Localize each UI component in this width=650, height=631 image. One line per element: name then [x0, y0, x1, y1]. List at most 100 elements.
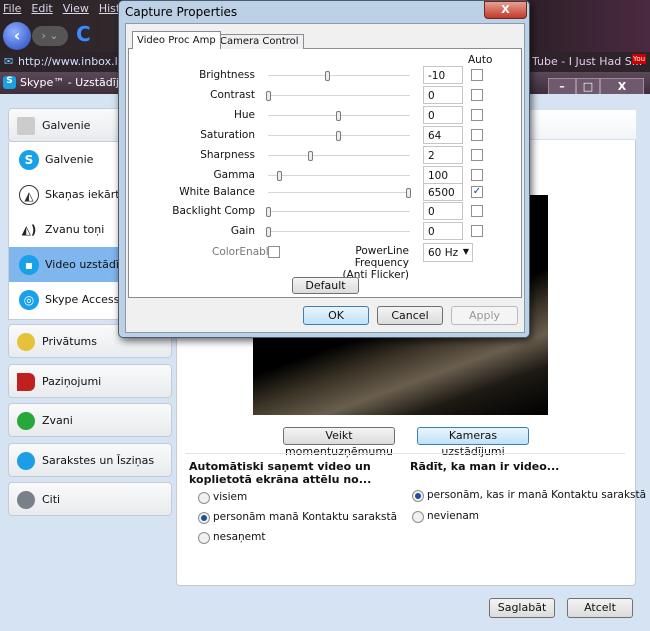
- property-value-field[interactable]: 100: [423, 166, 463, 184]
- skype-icon: S: [19, 150, 39, 170]
- tab-video-proc-amp[interactable]: Video Proc Amp: [132, 31, 221, 49]
- auto-column-header: Auto: [468, 54, 493, 66]
- auto-checkbox[interactable]: [471, 149, 483, 161]
- divider: [185, 453, 625, 454]
- gear-icon: [17, 491, 35, 509]
- property-value-field[interactable]: 6500: [423, 183, 463, 201]
- property-value-field[interactable]: 0: [423, 106, 463, 124]
- video-icon: ▪: [19, 255, 39, 275]
- dialog-cancel-button[interactable]: Cancel: [377, 306, 443, 325]
- slider-thumb[interactable]: [336, 111, 341, 121]
- slider-thumb[interactable]: [336, 131, 341, 141]
- forward-button[interactable]: › ⌄: [32, 26, 68, 46]
- key-lock-icon: [17, 333, 35, 351]
- property-slider[interactable]: [266, 227, 410, 237]
- powerline-frequency-select[interactable]: 60 Hz ▼: [423, 243, 473, 262]
- auto-checkbox[interactable]: ✓: [471, 186, 483, 198]
- property-value-field[interactable]: 2: [423, 146, 463, 164]
- auto-checkbox[interactable]: [471, 109, 483, 121]
- property-label: Gain: [230, 225, 255, 237]
- property-slider[interactable]: [268, 131, 410, 141]
- property-value-field[interactable]: 0: [423, 202, 463, 220]
- apply-button[interactable]: Apply: [451, 306, 518, 325]
- show-radio-nobody[interactable]: nevienam: [412, 510, 479, 523]
- property-value-field[interactable]: 0: [423, 222, 463, 240]
- back-button[interactable]: ‹: [3, 22, 31, 50]
- skype-icon: S: [3, 76, 16, 89]
- switch-icon: [17, 117, 35, 135]
- property-slider[interactable]: [266, 91, 410, 101]
- save-button[interactable]: Saglabāt: [489, 598, 555, 618]
- sidebar-group-label: Galvenie: [42, 119, 91, 132]
- property-slider[interactable]: [266, 207, 410, 217]
- powerline-value: 60 Hz: [428, 247, 459, 259]
- sidebar-group-label: Zvani: [42, 414, 73, 427]
- slider-thumb[interactable]: [266, 91, 271, 101]
- skype-window-title: Skype™ - Uzstādījun: [20, 76, 133, 89]
- property-slider[interactable]: [268, 171, 410, 181]
- browser-menu-bar: File Edit View Histo: [3, 2, 137, 15]
- tab-camera-control[interactable]: Camera Control: [215, 34, 304, 49]
- property-value-field[interactable]: 0: [423, 86, 463, 104]
- color-enable-checkbox[interactable]: [268, 246, 280, 258]
- chevron-down-icon: ▼: [462, 247, 469, 256]
- sidebar-item-label: Zvanu toņi: [45, 223, 105, 236]
- sidebar-group-chats[interactable]: Sarakstes un Īsziņas: [8, 443, 172, 477]
- auto-checkbox[interactable]: [471, 169, 483, 181]
- property-label: Sharpness: [200, 149, 255, 161]
- auto-checkbox[interactable]: [471, 129, 483, 141]
- property-label: Contrast: [210, 89, 255, 101]
- powerline-label-text: PowerLine Frequency: [354, 245, 409, 269]
- receive-radio-contacts[interactable]: personām manā Kontaktu sarakstā: [198, 511, 397, 524]
- property-slider[interactable]: [268, 111, 410, 121]
- property-label: White Balance: [179, 186, 255, 198]
- dialog-close-button[interactable]: X: [484, 1, 527, 19]
- property-label: Saturation: [200, 129, 255, 141]
- slider-thumb[interactable]: [324, 71, 330, 81]
- menu-view[interactable]: View: [63, 2, 89, 15]
- auto-checkbox[interactable]: [471, 225, 483, 237]
- sidebar-item-label: Skype Access: [45, 293, 120, 306]
- menu-edit[interactable]: Edit: [31, 2, 52, 15]
- sidebar-group-calls[interactable]: Zvani: [8, 403, 172, 437]
- property-label: Gamma: [213, 169, 255, 181]
- auto-checkbox[interactable]: [471, 205, 483, 217]
- property-value-field[interactable]: -10: [423, 66, 463, 84]
- property-slider[interactable]: [268, 71, 410, 81]
- slider-thumb[interactable]: [277, 171, 283, 181]
- flag-icon: [17, 373, 35, 391]
- sidebar-group-label: Privātums: [42, 335, 97, 348]
- menu-file[interactable]: File: [3, 2, 21, 15]
- slider-thumb[interactable]: [308, 151, 313, 161]
- auto-checkbox[interactable]: [471, 69, 483, 81]
- property-value-field[interactable]: 64: [423, 126, 463, 144]
- sidebar-group-notifications[interactable]: Paziņojumi: [8, 364, 172, 398]
- sidebar-item-label: Galvenie: [45, 153, 94, 166]
- receive-radio-none[interactable]: nesaņemt: [198, 531, 265, 544]
- slider-thumb[interactable]: [266, 227, 271, 237]
- cancel-button[interactable]: Atcelt: [567, 598, 633, 618]
- snapshot-button[interactable]: Veikt momentuzņēmumu: [283, 427, 395, 458]
- sidebar-group-label: Citi: [42, 493, 61, 506]
- sidebar-group-other[interactable]: Citi: [8, 482, 172, 516]
- default-button[interactable]: Default: [292, 277, 359, 294]
- wifi-icon: ◎: [19, 290, 39, 310]
- reload-icon[interactable]: C: [76, 22, 91, 46]
- receive-radio-everyone[interactable]: visiem: [198, 491, 247, 504]
- show-video-heading: Rādīt, ka man ir video...: [410, 460, 560, 473]
- property-label: Brightness: [199, 69, 255, 81]
- sidebar-group-label: Paziņojumi: [42, 375, 102, 388]
- show-radio-contacts[interactable]: personām, kas ir manā Kontaktu sarakstā: [412, 489, 646, 502]
- chat-icon: [17, 452, 35, 470]
- property-slider[interactable]: [268, 151, 410, 161]
- auto-checkbox[interactable]: [471, 89, 483, 101]
- slider-thumb[interactable]: [406, 188, 411, 198]
- slider-thumb[interactable]: [266, 207, 271, 217]
- ok-button[interactable]: OK: [303, 306, 369, 325]
- youtube-tab[interactable]: Tube - I Just Had S...: [532, 55, 642, 68]
- address-tab[interactable]: http://www.inbox.lv: [18, 55, 124, 68]
- property-slider[interactable]: [268, 188, 411, 198]
- camera-settings-button[interactable]: Kameras uzstādījumi: [417, 427, 529, 458]
- powerline-label: PowerLine Frequency (Anti Flicker): [305, 245, 409, 281]
- color-enable-label: ColorEnable: [212, 246, 276, 258]
